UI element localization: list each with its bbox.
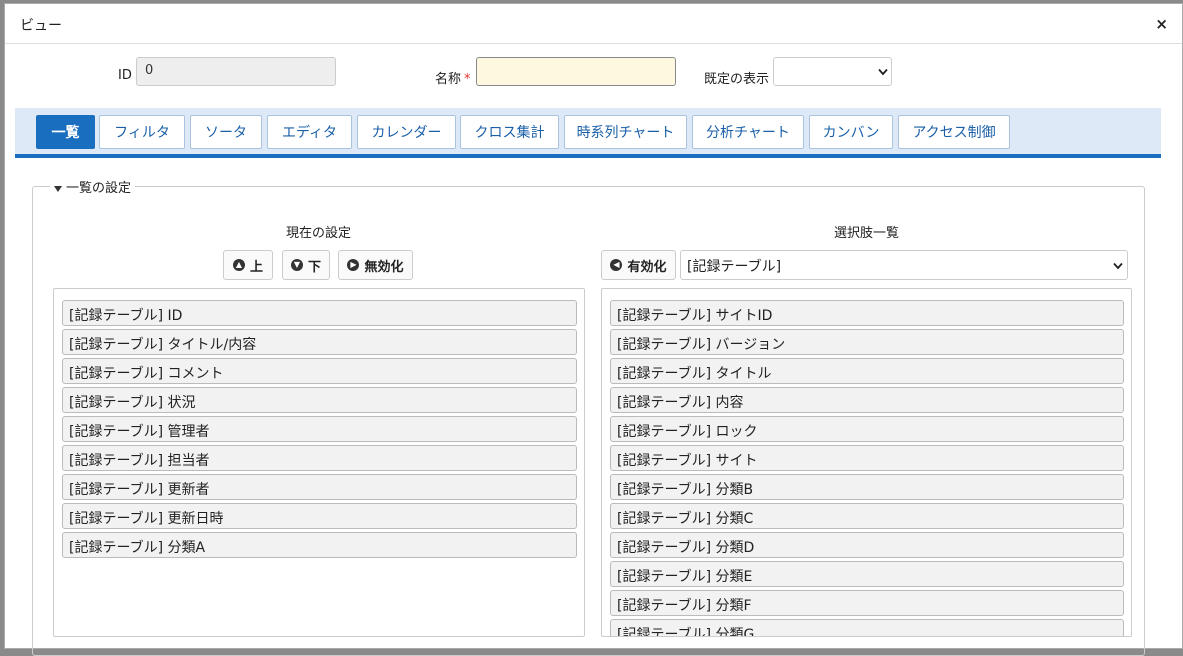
list-item[interactable]: [記録テーブル] 分類B: [610, 474, 1124, 500]
list-item[interactable]: [記録テーブル] ロック: [610, 416, 1124, 442]
tab-kanban[interactable]: カンバン: [809, 115, 893, 149]
move-down-button[interactable]: ▼ 下: [282, 250, 330, 280]
tab-analysis-chart[interactable]: 分析チャート: [692, 115, 804, 149]
tab-crosstab[interactable]: クロス集計: [460, 115, 559, 149]
enable-button[interactable]: ◀ 有効化: [601, 250, 676, 280]
legend-text: 一覧の設定: [66, 181, 132, 196]
caret-down-icon: [54, 185, 62, 192]
default-view-select[interactable]: [773, 57, 892, 86]
id-field: 0: [136, 57, 336, 86]
tab-filter[interactable]: フィルタ: [99, 115, 185, 149]
list-settings-legend[interactable]: 一覧の設定: [50, 177, 136, 196]
dialog-title: ビュー: [20, 18, 62, 34]
list-item[interactable]: [記録テーブル] タイトル/内容: [62, 329, 577, 355]
list-item[interactable]: [記録テーブル] 分類E: [610, 561, 1124, 587]
list-item[interactable]: [記録テーブル] 内容: [610, 387, 1124, 413]
list-item[interactable]: [記録テーブル] 状況: [62, 387, 577, 413]
id-label: ID: [118, 68, 132, 83]
list-item[interactable]: [記録テーブル] 分類C: [610, 503, 1124, 529]
chevron-down-icon: [1113, 262, 1123, 270]
tab-timeseries-chart[interactable]: 時系列チャート: [564, 115, 687, 149]
arrow-up-icon: ▲: [232, 259, 245, 271]
list-item[interactable]: [記録テーブル] バージョン: [610, 329, 1124, 355]
enable-label: 有効化: [627, 259, 667, 275]
disable-label: 無効化: [364, 259, 404, 275]
tab-list[interactable]: 一覧: [36, 115, 95, 149]
name-label: 名称 *: [435, 68, 471, 87]
source-table-select[interactable]: [記録テーブル]: [680, 250, 1128, 280]
default-view-label: 既定の表示: [704, 72, 770, 87]
options-list[interactable]: [記録テーブル] サイトID [記録テーブル] バージョン [記録テーブル] タ…: [601, 288, 1132, 637]
list-item[interactable]: [記録テーブル] サイトID: [610, 300, 1124, 326]
options-heading: 選択肢一覧: [834, 226, 900, 241]
disable-button[interactable]: ▶ 無効化: [338, 250, 413, 280]
name-label-text: 名称: [435, 72, 462, 87]
current-settings-list[interactable]: [記録テーブル] ID [記録テーブル] タイトル/内容 [記録テーブル] コメ…: [53, 288, 585, 637]
dialog-titlebar: ビュー ×: [5, 4, 1182, 44]
list-item[interactable]: [記録テーブル] タイトル: [610, 358, 1124, 384]
arrow-down-icon: ▼: [290, 259, 303, 271]
list-item[interactable]: [記録テーブル] 担当者: [62, 445, 577, 471]
list-item[interactable]: [記録テーブル] ID: [62, 300, 577, 326]
name-input[interactable]: [476, 57, 676, 86]
list-item[interactable]: [記録テーブル] 分類F: [610, 590, 1124, 616]
list-item[interactable]: [記録テーブル] 分類D: [610, 532, 1124, 558]
list-item[interactable]: [記録テーブル] 分類A: [62, 532, 577, 558]
required-mark: *: [464, 72, 471, 87]
list-item[interactable]: [記録テーブル] 管理者: [62, 416, 577, 442]
move-up-label: 上: [249, 259, 263, 275]
source-table-value: [記録テーブル]: [687, 259, 782, 275]
close-icon[interactable]: ×: [1155, 15, 1168, 33]
tab-access-control[interactable]: アクセス制御: [898, 115, 1010, 149]
list-item[interactable]: [記録テーブル] 分類G: [610, 619, 1124, 636]
list-item[interactable]: [記録テーブル] 更新日時: [62, 503, 577, 529]
chevron-down-icon: [878, 68, 888, 76]
move-up-button[interactable]: ▲ 上: [223, 250, 273, 280]
view-tabs: 一覧 フィルタ ソータ エディタ カレンダー クロス集計 時系列チャート 分析チ…: [15, 108, 1161, 158]
list-item[interactable]: [記録テーブル] 更新者: [62, 474, 577, 500]
tab-calendar[interactable]: カレンダー: [357, 115, 456, 149]
list-item[interactable]: [記録テーブル] コメント: [62, 358, 577, 384]
move-down-label: 下: [307, 259, 321, 275]
arrow-left-icon: ◀: [610, 259, 623, 271]
tab-sorter[interactable]: ソータ: [190, 115, 262, 149]
arrow-right-icon: ▶: [347, 259, 360, 271]
list-item[interactable]: [記録テーブル] サイト: [610, 445, 1124, 471]
current-settings-heading: 現在の設定: [286, 226, 352, 241]
tab-editor[interactable]: エディタ: [267, 115, 352, 149]
